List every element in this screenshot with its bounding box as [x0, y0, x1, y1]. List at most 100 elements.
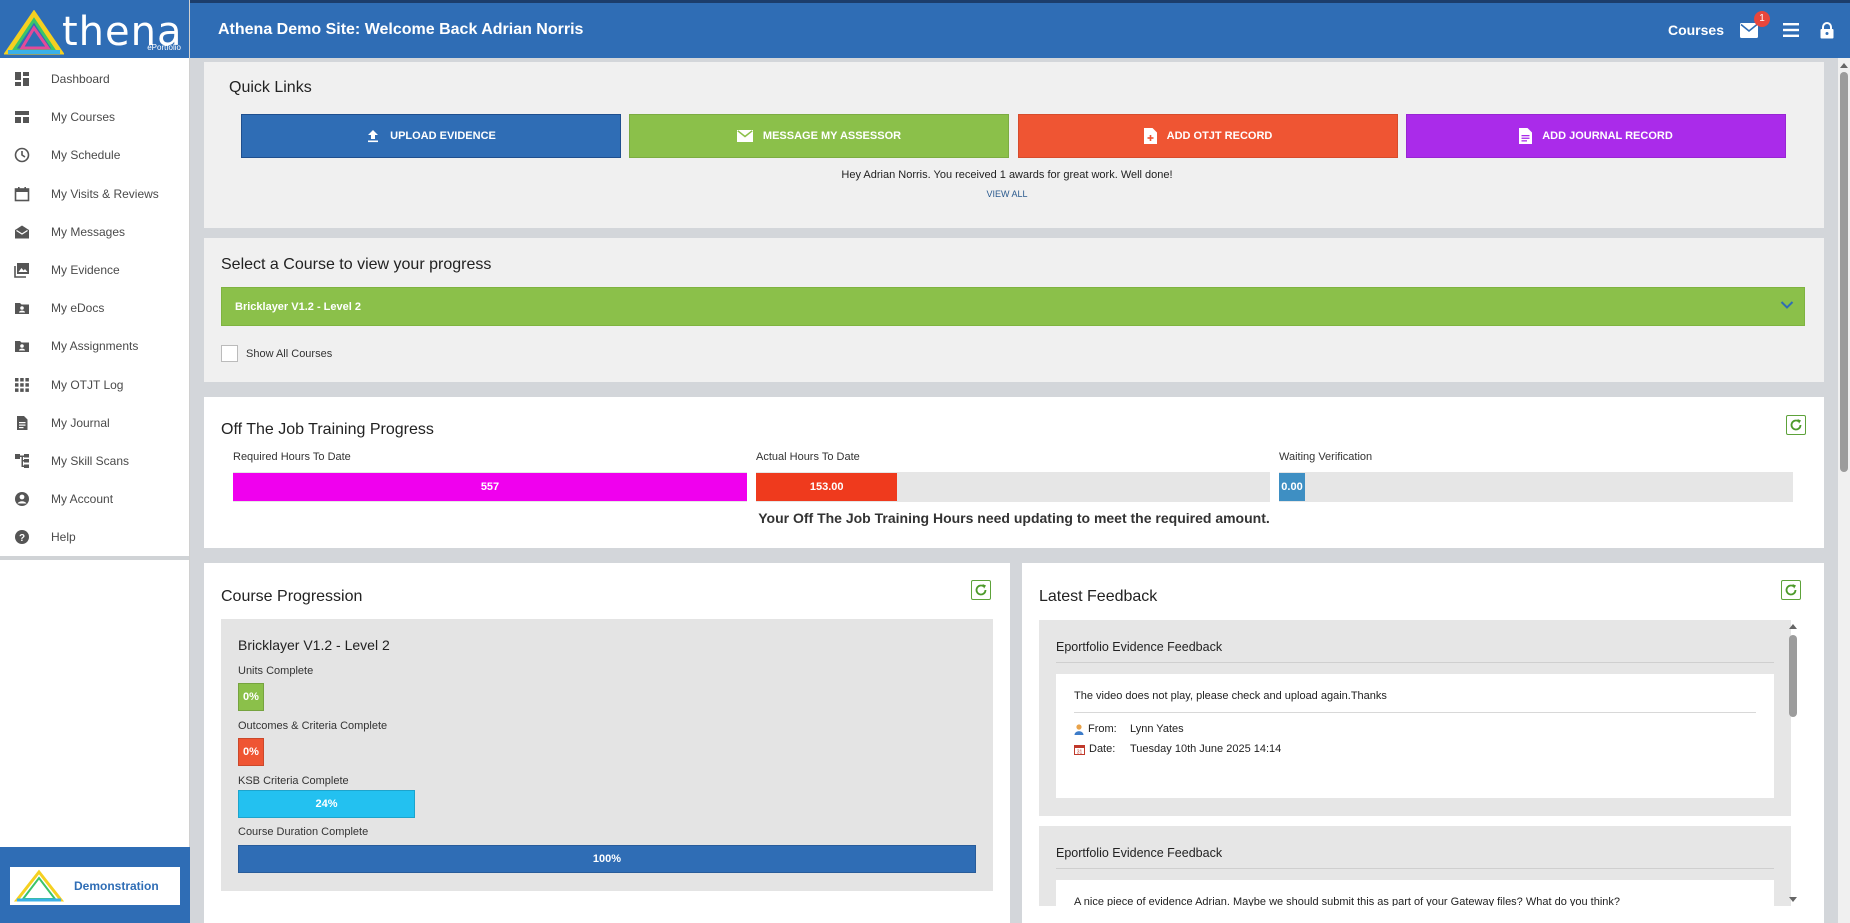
demo-footer: Demonstration	[0, 847, 190, 923]
sidebar-item-my-courses[interactable]: My Courses	[0, 98, 189, 136]
scroll-up-icon[interactable]	[1786, 621, 1800, 631]
required-hours-track: 557	[233, 472, 747, 502]
sidebar-item-label: My OTJT Log	[51, 377, 124, 392]
demonstration-label: Demonstration	[74, 879, 159, 893]
feedback-body: The video does not play, please check an…	[1056, 674, 1774, 798]
waiting-verification-track: 0.00	[1279, 472, 1793, 502]
folder-user-icon	[13, 299, 31, 317]
sidebar-item-label: My Assignments	[51, 339, 139, 354]
dashboard-icon	[13, 70, 31, 88]
feedback-text: The video does not play, please check an…	[1074, 690, 1387, 702]
upload-evidence-button[interactable]: UPLOAD EVIDENCE	[241, 114, 621, 158]
feedback-scrollbar[interactable]	[1786, 621, 1800, 905]
add-otjt-record-label: ADD OTJT RECORD	[1166, 130, 1273, 142]
sidebar-item-my-schedule[interactable]: My Schedule	[0, 136, 189, 174]
feedback-text: A nice piece of evidence Adrian. Maybe w…	[1074, 896, 1621, 906]
feedback-card[interactable]: Eportfolio Evidence Feedback A nice piec…	[1039, 826, 1791, 906]
otjt-warning: Your Off The Job Training Hours need upd…	[758, 510, 1270, 526]
image-icon	[13, 261, 31, 279]
message-assessor-button[interactable]: MESSAGE MY ASSESSOR	[629, 114, 1009, 158]
add-journal-record-button[interactable]: ADD JOURNAL RECORD	[1406, 114, 1786, 158]
feedback-date-key: 31 Date:	[1074, 743, 1130, 755]
sidebar-item-label: My Messages	[51, 224, 126, 239]
date-label: Date:	[1089, 743, 1116, 755]
waiting-verification-bar: 0.00	[1279, 473, 1305, 501]
scroll-down-icon[interactable]	[1786, 895, 1800, 905]
feedback-scroll-thumb[interactable]	[1789, 635, 1797, 717]
units-complete-bar: 0%	[238, 683, 264, 711]
from-label: From:	[1088, 723, 1117, 735]
sidebar-item-my-assignments[interactable]: My Assignments	[0, 327, 189, 365]
sidebar: thena ePortfolio Dashboard My Courses My…	[0, 0, 190, 923]
sidebar-item-dashboard[interactable]: Dashboard	[0, 60, 189, 98]
actual-hours-bar: 153.00	[756, 473, 898, 501]
feedback-date-value: Tuesday 10th June 2025 14:14	[1130, 743, 1282, 755]
feedback-heading: Eportfolio Evidence Feedback	[1056, 846, 1223, 860]
sidebar-item-my-edocs[interactable]: My eDocs	[0, 289, 189, 327]
quick-links-title: Quick Links	[229, 79, 312, 96]
sidebar-nav: Dashboard My Courses My Schedule My Visi…	[0, 60, 189, 556]
outcomes-criteria-label: Outcomes & Criteria Complete	[238, 720, 388, 732]
upload-icon	[368, 130, 379, 143]
otjt-refresh-button[interactable]	[1786, 415, 1806, 435]
lock-button[interactable]	[1816, 19, 1838, 41]
sidebar-item-label: Help	[51, 530, 76, 545]
messages-button[interactable]: 1	[1738, 11, 1770, 41]
sidebar-item-my-skill-scans[interactable]: My Skill Scans	[0, 442, 189, 480]
demonstration-badge[interactable]: Demonstration	[10, 867, 180, 905]
grid-icon	[13, 376, 31, 394]
feedback-from-row: From: Lynn Yates	[1074, 723, 1184, 735]
sidebar-item-my-visits-reviews[interactable]: My Visits & Reviews	[0, 175, 189, 213]
sidebar-item-my-otjt-log[interactable]: My OTJT Log	[0, 366, 189, 404]
refresh-icon	[1785, 584, 1797, 596]
latest-feedback-refresh-button[interactable]	[1781, 580, 1801, 600]
sidebar-item-label: My Journal	[51, 415, 110, 430]
sidebar-item-label: My Account	[51, 492, 114, 507]
sidebar-item-my-messages[interactable]: My Messages	[0, 213, 189, 251]
required-hours-label: Required Hours To Date	[233, 451, 351, 463]
feedback-divider	[1056, 868, 1774, 869]
upload-evidence-label: UPLOAD EVIDENCE	[390, 130, 496, 142]
refresh-icon	[1790, 419, 1802, 431]
show-all-courses-checkbox[interactable]	[221, 345, 238, 362]
file-text-icon	[1519, 128, 1533, 144]
award-message: Hey Adrian Norris. You received 1 awards…	[841, 169, 1173, 181]
outcomes-criteria-value: 0%	[243, 746, 259, 758]
svg-text:31: 31	[1077, 749, 1083, 755]
sidebar-item-help[interactable]: ? Help	[0, 518, 189, 556]
athena-logo[interactable]: thena ePortfolio	[0, 0, 189, 58]
course-dropdown[interactable]: Bricklayer V1.2 - Level 2	[221, 287, 1805, 326]
otjt-progress-title: Off The Job Training Progress	[221, 421, 434, 438]
feedback-body: A nice piece of evidence Adrian. Maybe w…	[1056, 880, 1774, 906]
menu-button[interactable]	[1780, 19, 1802, 41]
course-progression-title: Course Progression	[221, 588, 363, 605]
calendar-icon: 31	[1074, 744, 1085, 755]
clock-icon	[13, 146, 31, 164]
course-progression-course-name: Bricklayer V1.2 - Level 2	[238, 637, 390, 653]
sidebar-item-my-evidence[interactable]: My Evidence	[0, 251, 189, 289]
required-hours-bar: 557	[233, 473, 747, 501]
mail-icon	[736, 130, 753, 142]
waiting-verification-value: 0.00	[1281, 481, 1303, 493]
actual-hours-label: Actual Hours To Date	[756, 451, 860, 463]
course-progression-refresh-button[interactable]	[971, 580, 991, 600]
courses-icon	[13, 108, 31, 126]
message-assessor-label: MESSAGE MY ASSESSOR	[762, 130, 902, 142]
add-otjt-record-button[interactable]: ADD OTJT RECORD	[1018, 114, 1398, 158]
sidebar-divider	[0, 556, 189, 561]
sidebar-item-my-account[interactable]: My Account	[0, 480, 189, 518]
scroll-up-icon[interactable]	[1838, 60, 1850, 70]
waiting-verification-label: Waiting Verification	[1279, 451, 1373, 463]
view-all-link[interactable]: VIEW ALL	[204, 189, 1810, 199]
page-scroll-thumb[interactable]	[1840, 72, 1848, 472]
courses-link[interactable]: Courses	[1668, 22, 1724, 38]
message-count-badge: 1	[1754, 11, 1770, 27]
envelope-open-icon	[13, 223, 31, 241]
add-journal-record-label: ADD JOURNAL RECORD	[1542, 130, 1673, 142]
sidebar-item-my-journal[interactable]: My Journal	[0, 404, 189, 442]
list-icon	[1783, 23, 1799, 37]
feedback-card[interactable]: Eportfolio Evidence Feedback The video d…	[1039, 620, 1791, 816]
page-scrollbar[interactable]	[1838, 58, 1850, 923]
actual-hours-track: 153.00	[756, 472, 1270, 502]
ksb-criteria-bar: 24%	[238, 790, 416, 818]
